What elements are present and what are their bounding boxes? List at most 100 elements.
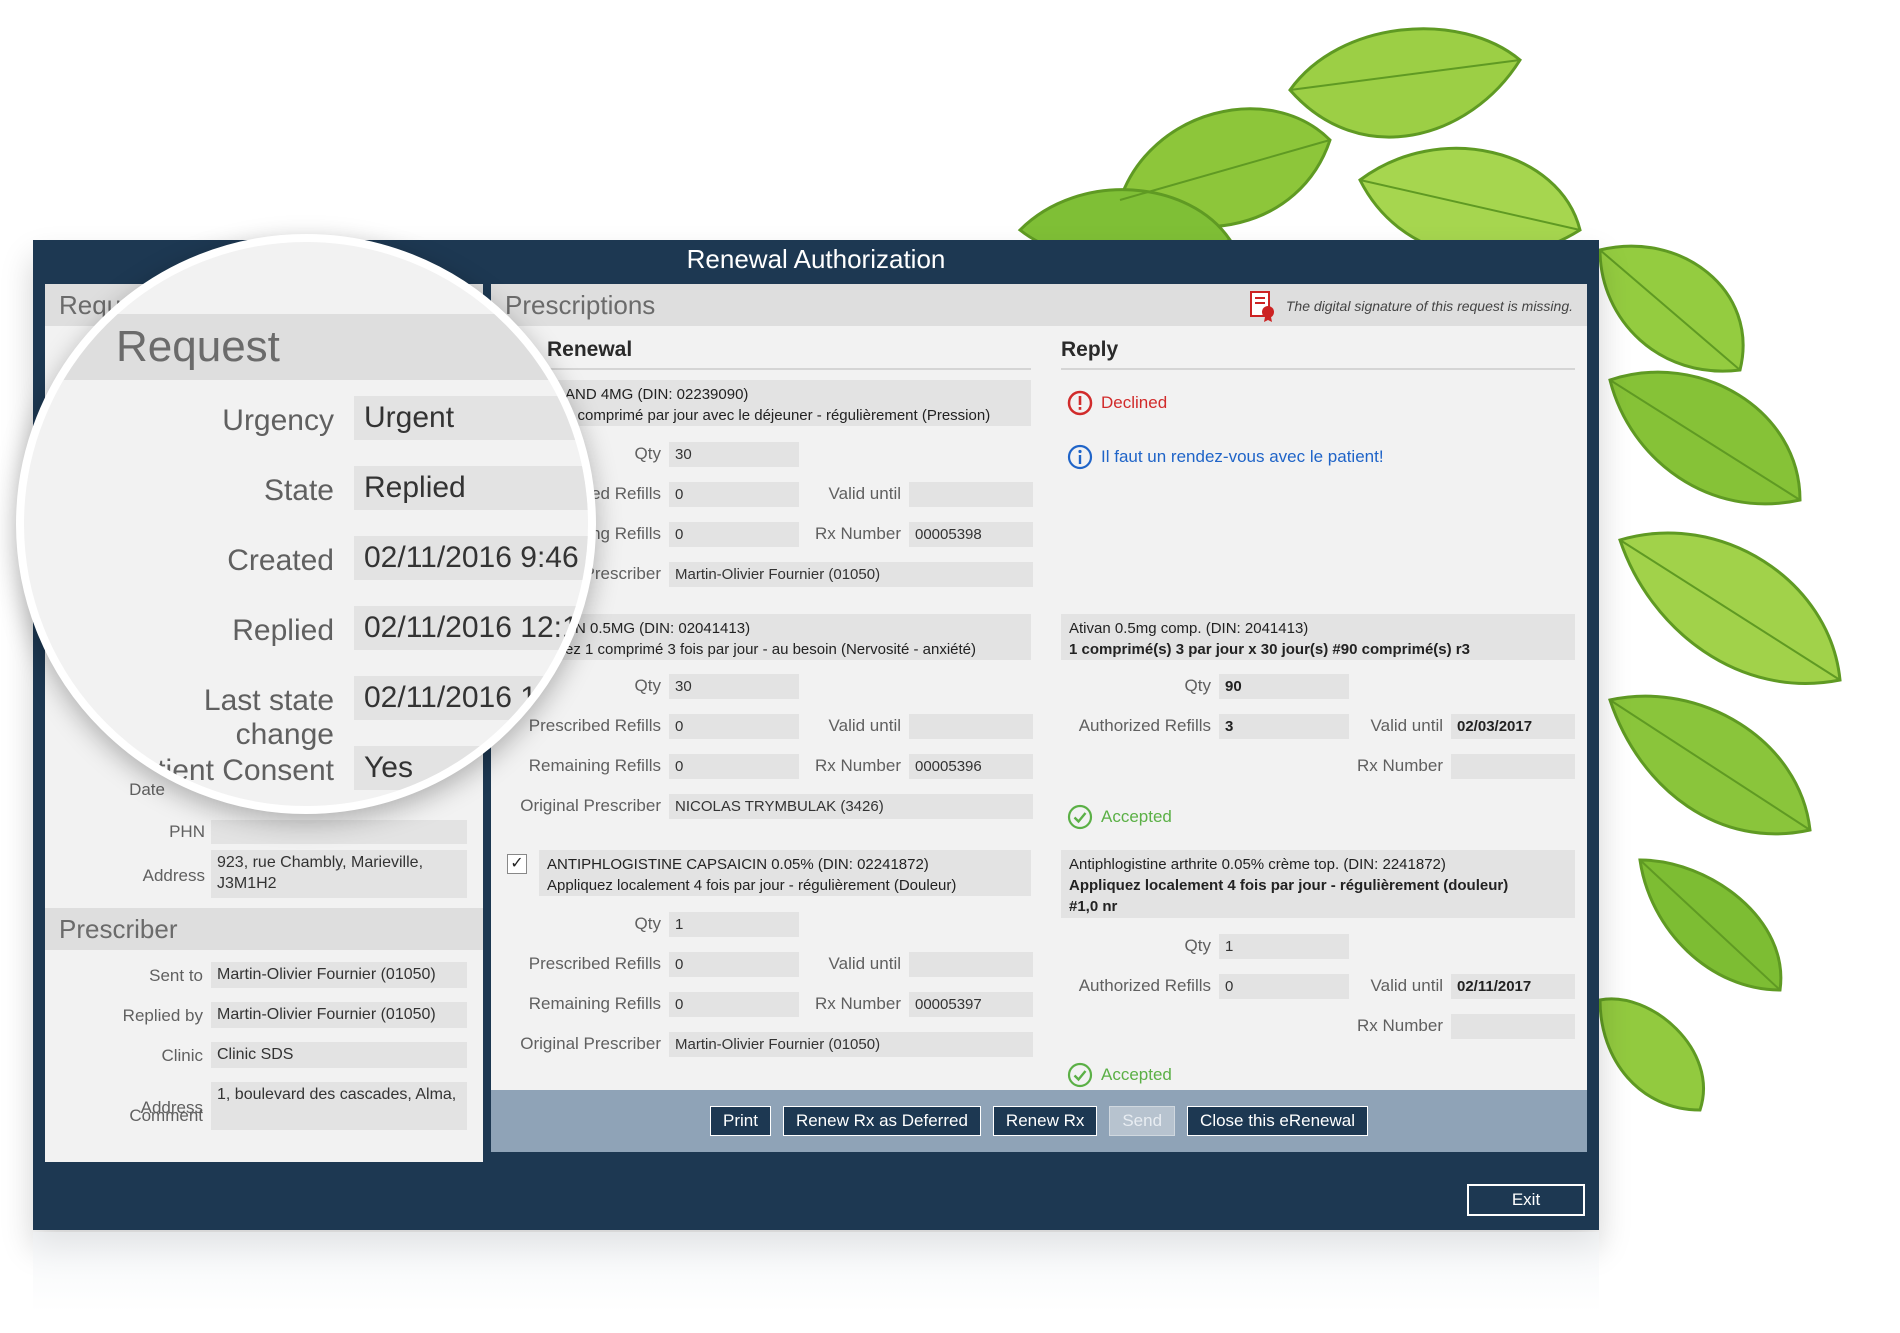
rx-3-reply-line2: Appliquez localement 4 fois par jour - r… bbox=[1069, 877, 1509, 894]
rx-3-description: ANTIPHLOGISTINE CAPSAICIN 0.05% (DIN: 02… bbox=[539, 850, 1031, 896]
comment-label: Comment bbox=[129, 1106, 203, 1125]
prescriptions-panel: Prescriptions The digital signature of t… bbox=[491, 284, 1587, 1152]
rx-3-valid-until-field[interactable] bbox=[909, 952, 1033, 977]
info-icon bbox=[1067, 444, 1093, 470]
check-circle-icon bbox=[1067, 804, 1093, 830]
rx-3-valid-until-label: Valid until bbox=[828, 954, 901, 973]
rx-1-original-prescriber-field[interactable]: Martin-Olivier Fournier (01050) bbox=[669, 562, 1033, 587]
print-button[interactable]: Print bbox=[709, 1106, 771, 1136]
renew-deferred-button[interactable]: Renew Rx as Deferred bbox=[782, 1106, 981, 1136]
rx-1-declined-text: Declined bbox=[1101, 393, 1168, 412]
patient-address-label: Address bbox=[142, 866, 205, 885]
rx-3-prescribed-refills-label: Prescribed Refills bbox=[528, 954, 661, 973]
replied-field[interactable]: 02/11/2016 12:17 bbox=[354, 606, 588, 650]
patient-consent-label: Patient Consent bbox=[120, 754, 334, 787]
rx-3-reply-line1: Antiphlogistine arthrite 0.05% crème top… bbox=[1069, 856, 1446, 873]
rx-3-checkbox[interactable]: ✓ bbox=[507, 854, 527, 874]
rx-1-valid-until-field[interactable] bbox=[909, 482, 1033, 507]
rx-2-prescribed-refills-field[interactable]: 0 bbox=[669, 714, 799, 739]
send-button[interactable]: Send bbox=[1109, 1106, 1176, 1136]
stage: Renewal Authorization Request Date PHN A… bbox=[0, 0, 1900, 1333]
rx-3-rx-number-field[interactable]: 00005397 bbox=[909, 992, 1033, 1017]
reply-column-header: Reply bbox=[1061, 338, 1119, 361]
exit-button[interactable]: Exit bbox=[1467, 1184, 1585, 1216]
renewal-column-rule bbox=[511, 368, 1031, 370]
error-icon bbox=[1067, 390, 1093, 416]
request-magnifier: Request Urgency Urgent State Replied Cre… bbox=[16, 234, 596, 814]
rx-2-original-prescriber-field[interactable]: NICOLAS TRYMBULAK (3426) bbox=[669, 794, 1033, 819]
rx-2-line2: ez 1 comprimé 3 fois par jour - au besoi… bbox=[565, 641, 977, 658]
replied-label: Replied bbox=[232, 614, 334, 647]
rx-3-original-prescriber-field[interactable]: Martin-Olivier Fournier (01050) bbox=[669, 1032, 1033, 1057]
rx-3-accepted-status: Accepted bbox=[1067, 1062, 1172, 1088]
rx-3-reply-valid-until-field[interactable]: 02/11/2017 bbox=[1451, 974, 1575, 999]
rx-3-authorized-refills-label: Authorized Refills bbox=[1078, 976, 1211, 995]
replied-by-label: Replied by bbox=[122, 1006, 203, 1025]
rx-2-reply-rx-number-label: Rx Number bbox=[1357, 756, 1443, 775]
created-field[interactable]: 02/11/2016 9:46 A bbox=[354, 536, 588, 580]
rx-2-valid-until-field[interactable] bbox=[909, 714, 1033, 739]
rx-2-accepted-text: Accepted bbox=[1101, 807, 1172, 826]
window-reflection bbox=[33, 1232, 1599, 1312]
rx-3-reply-valid-until-label: Valid until bbox=[1370, 976, 1443, 995]
rx-1-declined-status: Declined bbox=[1067, 390, 1167, 416]
rx-2-qty-field[interactable]: 30 bbox=[669, 674, 799, 699]
action-bar: Print Renew Rx as Deferred Renew Rx Send… bbox=[491, 1090, 1587, 1152]
renew-rx-button[interactable]: Renew Rx bbox=[992, 1106, 1098, 1136]
rx-1-info-note: Il faut un rendez-vous avec le patient! bbox=[1067, 444, 1384, 470]
rx-1-description: AND 4MG (DIN: 02239090) 1 comprimé par j… bbox=[557, 380, 1031, 426]
rx-2-reply-rx-number-field[interactable] bbox=[1451, 754, 1575, 779]
rx-2-rx-number-field[interactable]: 00005396 bbox=[909, 754, 1033, 779]
rx-1-line1: AND 4MG (DIN: 02239090) bbox=[565, 386, 749, 403]
rx-1-info-text: Il faut un rendez-vous avec le patient! bbox=[1101, 447, 1384, 466]
rx-1-rx-number-field[interactable]: 00005398 bbox=[909, 522, 1033, 547]
clinic-label: Clinic bbox=[161, 1046, 203, 1065]
patient-address-field[interactable]: 923, rue Chambly, Marieville, J3M1H2 bbox=[211, 850, 467, 898]
rx-3-prescribed-refills-field[interactable]: 0 bbox=[669, 952, 799, 977]
rx-3-qty-field[interactable]: 1 bbox=[669, 912, 799, 937]
last-state-change-field[interactable]: 02/11/2016 1 bbox=[354, 676, 588, 720]
replied-by-field[interactable]: Martin-Olivier Fournier (01050) bbox=[211, 1002, 467, 1028]
rx-3-qty-label: Qty bbox=[634, 914, 661, 933]
reply-column-rule bbox=[1061, 368, 1575, 370]
rx-1-prescribed-refills-field[interactable]: 0 bbox=[669, 482, 799, 507]
rx-3-reply-rx-number-field[interactable] bbox=[1451, 1014, 1575, 1039]
rx-3-remaining-refills-label: Remaining Refills bbox=[528, 994, 661, 1013]
rx-2-original-prescriber-label: Original Prescriber bbox=[520, 796, 661, 815]
state-field[interactable]: Replied bbox=[354, 466, 588, 510]
sent-to-label: Sent to bbox=[149, 966, 203, 985]
magnified-request-header: Request bbox=[24, 314, 588, 380]
urgency-label: Urgency bbox=[222, 404, 334, 437]
sent-to-field[interactable]: Martin-Olivier Fournier (01050) bbox=[211, 962, 467, 988]
check-circle-icon bbox=[1067, 1062, 1093, 1088]
state-label: State bbox=[263, 474, 334, 507]
comment-field[interactable] bbox=[211, 1102, 467, 1128]
rx-1-qty-field[interactable]: 30 bbox=[669, 442, 799, 467]
rx-2-reply-line1: Ativan 0.5mg comp. (DIN: 2041413) bbox=[1069, 620, 1309, 637]
rx-1-remaining-refills-field[interactable]: 0 bbox=[669, 522, 799, 547]
phn-field[interactable] bbox=[211, 820, 467, 844]
certificate-warning-icon bbox=[1249, 291, 1274, 322]
rx-3-remaining-refills-field[interactable]: 0 bbox=[669, 992, 799, 1017]
patient-consent-field[interactable]: Yes bbox=[354, 746, 588, 790]
rx-1-line2: 1 comprimé par jour avec le déjeuner - r… bbox=[565, 407, 991, 424]
rx-2-valid-until-label: Valid until bbox=[828, 716, 901, 735]
rx-2-reply-valid-until-field[interactable]: 02/03/2017 bbox=[1451, 714, 1575, 739]
clinic-field[interactable]: Clinic SDS bbox=[211, 1042, 467, 1068]
rx-2-line1: AN 0.5MG (DIN: 02041413) bbox=[565, 620, 751, 637]
phn-label: PHN bbox=[169, 822, 205, 841]
rx-3-rx-number-label: Rx Number bbox=[815, 994, 901, 1013]
rx-3-reply-qty-field[interactable]: 1 bbox=[1219, 934, 1349, 959]
created-label: Created bbox=[227, 544, 334, 577]
rx-3-reply-line3: #1,0 nr bbox=[1069, 898, 1118, 915]
rx-2-reply-qty-field[interactable]: 90 bbox=[1219, 674, 1349, 699]
urgency-field[interactable]: Urgent bbox=[354, 396, 588, 440]
signature-warning-text: The digital signature of this request is… bbox=[1285, 298, 1573, 314]
signature-warning: The digital signature of this request is… bbox=[1248, 290, 1573, 322]
close-erenewal-button[interactable]: Close this eRenewal bbox=[1187, 1106, 1369, 1136]
rx-3-original-prescriber-label: Original Prescriber bbox=[520, 1034, 661, 1053]
rx-2-remaining-refills-field[interactable]: 0 bbox=[669, 754, 799, 779]
rx-3-reply-rx-number-label: Rx Number bbox=[1357, 1016, 1443, 1035]
rx-2-reply-qty-label: Qty bbox=[1184, 676, 1211, 695]
rx-2-reply-valid-until-label: Valid until bbox=[1370, 716, 1443, 735]
